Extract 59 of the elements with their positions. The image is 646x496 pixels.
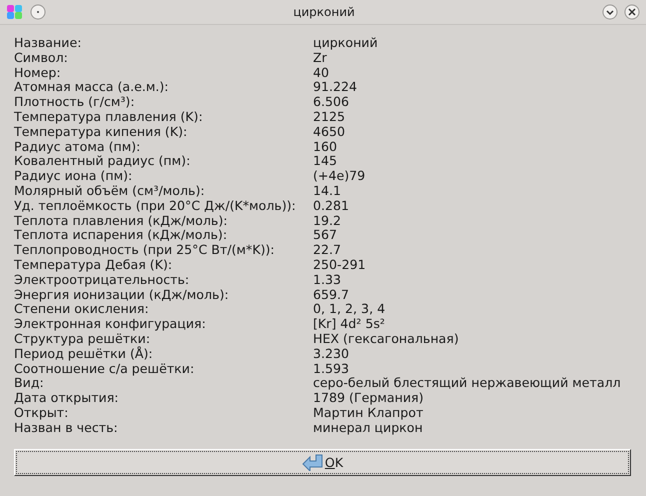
property-value: 40: [313, 66, 330, 80]
window-title: цирконий: [292, 5, 356, 19]
property-value: 0.281: [313, 198, 350, 214]
property-value: HEX (гексагональная): [313, 332, 460, 347]
property-label: Температура плавления (K):: [14, 110, 204, 125]
property-value: 3.230: [313, 346, 350, 362]
property-label: Теплота испарения (кДж/моль):: [14, 228, 228, 244]
property-label: Электроотрицательность:: [14, 272, 190, 288]
property-label: Дата открытия:: [14, 391, 120, 406]
property-label: Период решётки (Å):: [14, 346, 154, 362]
property-label: Назван в честь:: [14, 420, 119, 436]
property-value: 1.593: [313, 362, 350, 376]
property-value: 6.506: [313, 95, 350, 110]
property-label: Открыт:: [14, 406, 68, 421]
property-value: 1789 (Германия): [313, 391, 425, 406]
property-value: 91.224: [313, 80, 358, 96]
property-value: 22.7: [313, 243, 342, 258]
property-label: Электронная конфигурация:: [14, 317, 207, 332]
property-label: Атомная масса (а.е.м.):: [14, 80, 170, 96]
property-value: 145: [313, 154, 338, 170]
property-label: Уд. теплоёмкость (при 20°C Дж/(K*моль)):: [14, 198, 297, 214]
property-value: цирконий: [313, 36, 379, 51]
property-label: Молярный объём (см³/моль):: [14, 184, 206, 199]
property-value: серо-белый блестящий нержавеющий металл: [313, 376, 622, 392]
property-label: Название:: [14, 36, 82, 51]
property-value: 160: [313, 140, 338, 154]
property-label: Степени окисления:: [14, 302, 150, 318]
property-value: 2125: [313, 110, 346, 125]
property-label: Соотношение c/a решётки:: [14, 362, 196, 376]
property-label: Температура кипения (K):: [14, 124, 188, 140]
property-label: Плотность (г/см³):: [14, 95, 136, 110]
ok-button[interactable]: OK: [14, 448, 631, 476]
property-label: Радиус иона (пм):: [14, 169, 134, 184]
property-label: Символ:: [14, 50, 69, 66]
close-icon[interactable]: [624, 4, 640, 20]
property-label: Температура Дебая (K):: [14, 258, 174, 273]
property-label: Теплота плавления (кДж/моль):: [14, 214, 228, 228]
property-label: Радиус атома (пм):: [14, 140, 142, 154]
property-value: 250-291: [313, 258, 367, 273]
property-value: 1.33: [313, 272, 342, 288]
property-value: 567: [313, 228, 338, 244]
property-value: Zr: [313, 50, 327, 66]
property-label: Структура решётки:: [14, 332, 150, 346]
property-value: 19.2: [313, 214, 342, 228]
property-value: 14.1: [313, 184, 342, 199]
property-value: [Kr] 4d² 5s²: [313, 317, 386, 332]
property-value: 0, 1, 2, 3, 4: [313, 302, 386, 318]
return-arrow-icon: [302, 453, 324, 472]
property-label: Теплопроводность (при 25°C Вт/(м*K)):: [14, 243, 276, 258]
property-value: (+4e)79: [313, 169, 366, 184]
property-value: 4650: [313, 124, 346, 140]
minimize-icon[interactable]: [602, 4, 618, 20]
property-value: минерал циркон: [313, 420, 424, 436]
property-label: Вид:: [14, 376, 45, 392]
property-value: 659.7: [313, 288, 350, 302]
property-label: Энергия ионизации (кДж/моль):: [14, 288, 230, 302]
property-label: Номер:: [14, 66, 62, 80]
property-value: Мартин Клапрот: [313, 406, 424, 421]
property-label: Ковалентный радиус (пм):: [14, 154, 192, 170]
